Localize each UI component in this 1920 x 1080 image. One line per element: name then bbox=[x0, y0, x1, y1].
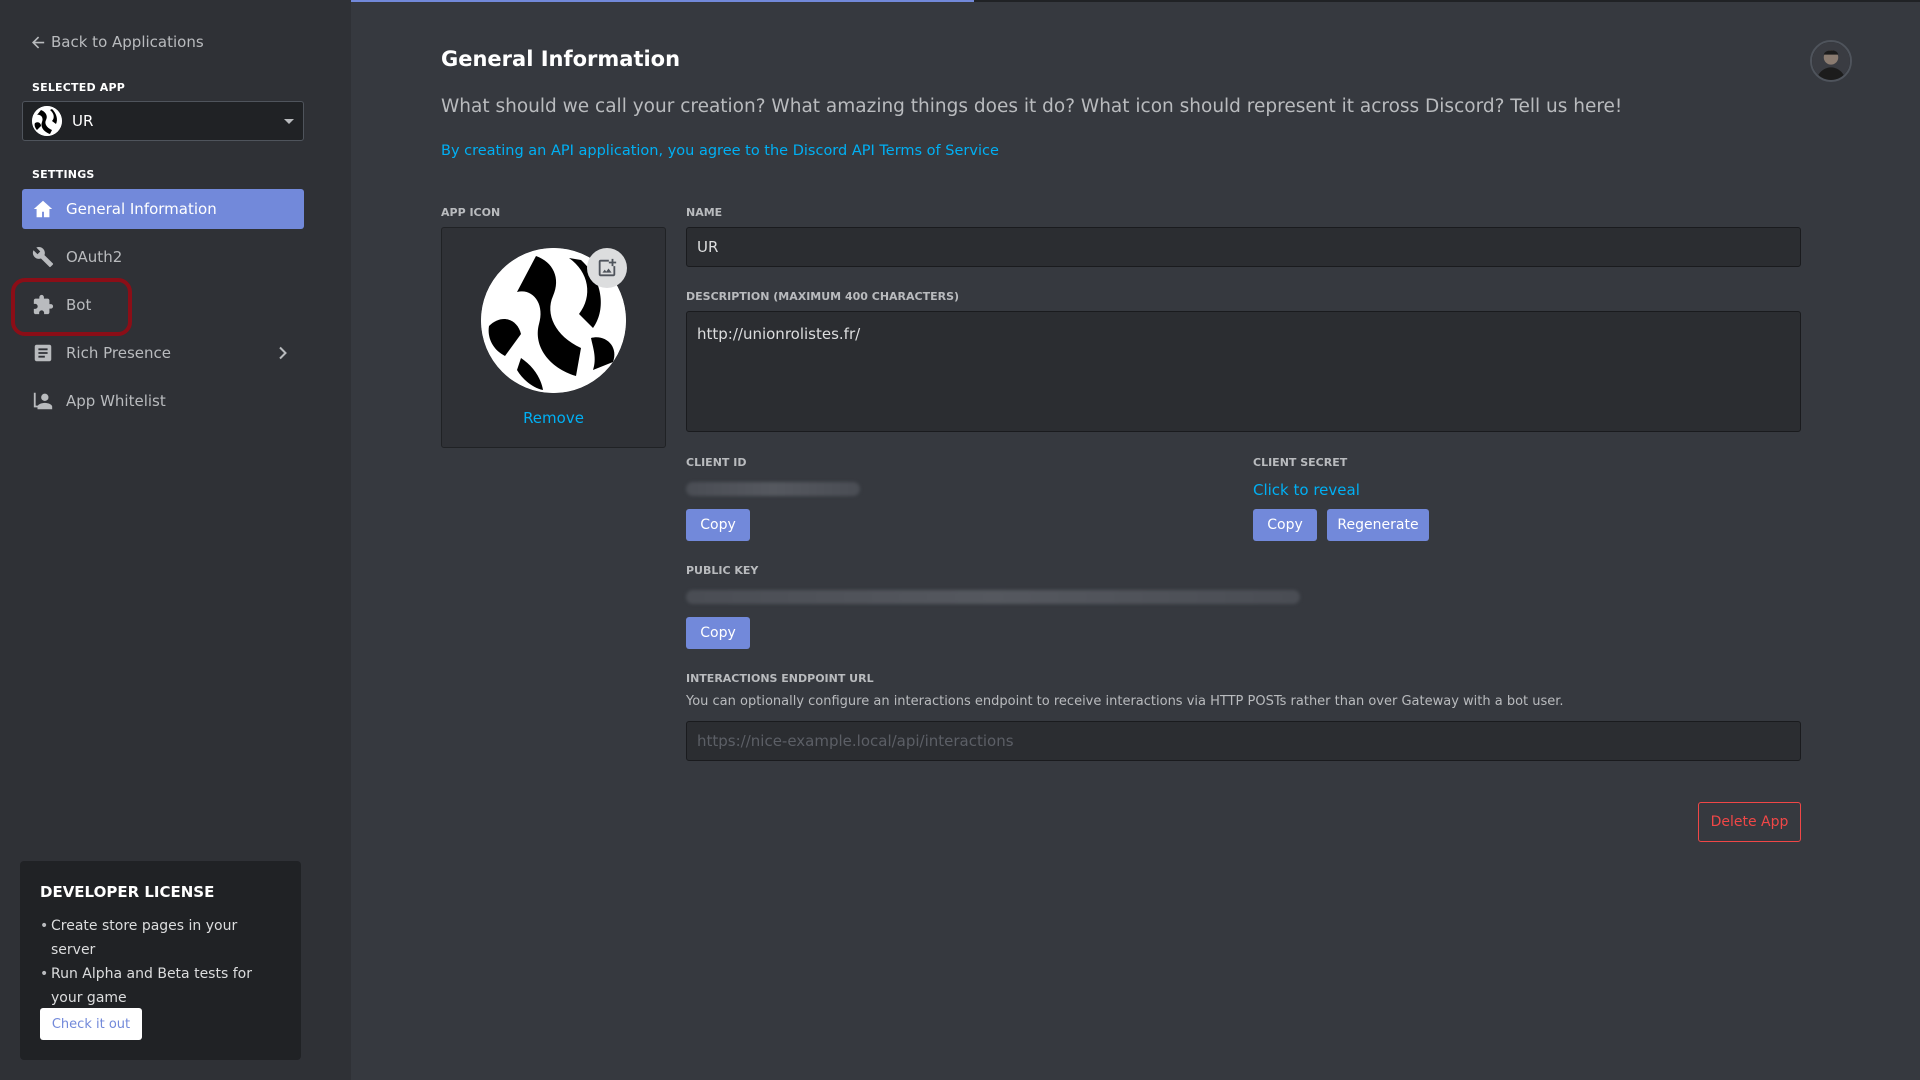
app-icon-uploader[interactable]: Remove bbox=[441, 227, 666, 448]
interactions-endpoint-label: INTERACTIONS ENDPOINT URL bbox=[686, 672, 874, 685]
interactions-help-text: You can optionally configure an interact… bbox=[686, 694, 1564, 709]
page-description: What should we call your creation? What … bbox=[441, 96, 1623, 117]
public-key-value bbox=[686, 590, 1300, 604]
sidebar-item-label: App Whitelist bbox=[66, 392, 166, 410]
page-title: General Information bbox=[441, 47, 681, 71]
sidebar-item-label: Rich Presence bbox=[66, 344, 171, 362]
image-upload-icon[interactable] bbox=[587, 248, 627, 288]
license-bullets: Create store pages in your server Run Al… bbox=[40, 914, 281, 1010]
selected-app-name: UR bbox=[72, 112, 94, 130]
list-item: Create store pages in your server bbox=[40, 914, 281, 962]
wrench-icon bbox=[32, 246, 54, 268]
app-icon-label: APP ICON bbox=[441, 206, 501, 219]
settings-nav: General Information OAuth2 Bot Rich Pres… bbox=[22, 189, 304, 429]
terms-of-service-link[interactable]: By creating an API application, you agre… bbox=[441, 143, 999, 159]
home-icon bbox=[32, 198, 54, 220]
description-textarea[interactable]: http://unionrolistes.fr/ bbox=[686, 311, 1801, 432]
license-title: DEVELOPER LICENSE bbox=[40, 883, 215, 901]
sidebar-item-general-information[interactable]: General Information bbox=[22, 189, 304, 229]
back-link-label: Back to Applications bbox=[51, 33, 204, 51]
selected-app-heading: SELECTED APP bbox=[32, 81, 126, 94]
person-icon bbox=[32, 390, 54, 412]
document-icon bbox=[32, 342, 54, 364]
sidebar: Back to Applications SELECTED APP UR SET… bbox=[0, 0, 351, 1080]
list-item: Run Alpha and Beta tests for your game bbox=[40, 962, 281, 1010]
delete-app-button[interactable]: Delete App bbox=[1698, 802, 1801, 842]
arrow-left-icon bbox=[32, 35, 45, 49]
copy-public-key-button[interactable]: Copy bbox=[686, 617, 750, 649]
sidebar-item-app-whitelist[interactable]: App Whitelist bbox=[22, 381, 304, 421]
copy-client-secret-button[interactable]: Copy bbox=[1253, 509, 1317, 541]
chevron-right-icon bbox=[279, 346, 287, 360]
sidebar-item-oauth2[interactable]: OAuth2 bbox=[22, 237, 304, 277]
regenerate-secret-button[interactable]: Regenerate bbox=[1327, 509, 1429, 541]
description-label: DESCRIPTION (MAXIMUM 400 CHARACTERS) bbox=[686, 290, 960, 303]
developer-license-card: DEVELOPER LICENSE Create store pages in … bbox=[20, 861, 301, 1060]
app-avatar bbox=[32, 106, 62, 136]
settings-heading: SETTINGS bbox=[32, 168, 95, 181]
client-id-label: CLIENT ID bbox=[686, 456, 747, 469]
name-input[interactable]: UR bbox=[686, 227, 1801, 267]
public-key-label: PUBLIC KEY bbox=[686, 564, 759, 577]
interactions-endpoint-input[interactable]: https://nice-example.local/api/interacti… bbox=[686, 721, 1801, 761]
sidebar-item-bot[interactable]: Bot bbox=[22, 285, 304, 325]
sidebar-item-rich-presence[interactable]: Rich Presence bbox=[22, 333, 304, 373]
sidebar-item-label: OAuth2 bbox=[66, 248, 123, 266]
client-secret-label: CLIENT SECRET bbox=[1253, 456, 1348, 469]
sidebar-item-label: Bot bbox=[66, 296, 92, 314]
name-label: NAME bbox=[686, 206, 723, 219]
client-id-value bbox=[686, 482, 860, 496]
back-to-applications-link[interactable]: Back to Applications bbox=[32, 33, 204, 51]
check-it-out-button[interactable]: Check it out bbox=[40, 1008, 142, 1040]
puzzle-icon bbox=[32, 294, 54, 316]
chevron-down-icon bbox=[284, 119, 294, 124]
reveal-secret-link[interactable]: Click to reveal bbox=[1253, 481, 1360, 499]
sidebar-item-label: General Information bbox=[66, 200, 217, 218]
app-selector-dropdown[interactable]: UR bbox=[22, 101, 304, 141]
user-avatar[interactable] bbox=[1810, 40, 1852, 82]
remove-icon-link[interactable]: Remove bbox=[442, 409, 665, 427]
copy-client-id-button[interactable]: Copy bbox=[686, 509, 750, 541]
